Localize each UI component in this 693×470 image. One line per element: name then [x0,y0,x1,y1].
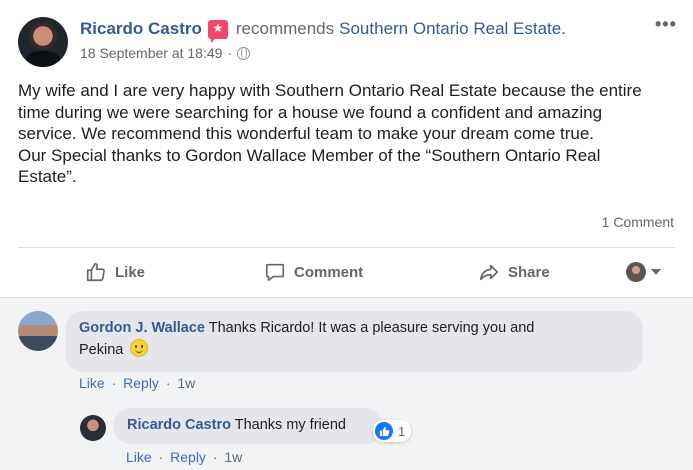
author-name-link[interactable]: Ricardo Castro [80,19,202,39]
reply-like-link[interactable]: Like [126,449,152,465]
share-button[interactable]: Share [478,250,550,294]
comment-text: Thanks Ricardo! It was a pleasure servin… [208,320,535,336]
more-options-icon[interactable]: ••• [655,14,677,35]
reply-time[interactable]: 1w [224,449,242,465]
comment-text: Pekina [79,342,124,358]
post-text-line: Estate”. [18,167,77,186]
reaction-count-value: 1 [398,423,406,439]
comment-reply-link[interactable]: Reply [123,375,159,391]
caret-down-icon [651,269,661,275]
reaction-count[interactable]: 1 [373,420,412,442]
reply-bubble: Ricardo Castro Thanks my friend [113,408,383,444]
reply-text: Thanks my friend [234,417,346,433]
comment-actions: Like · Reply · 1w [79,375,195,391]
separator: · [165,375,171,391]
post-text-line: Our Special thanks to Gordon Wallace Mem… [18,145,601,165]
post-text: My wife and I are very happy with Southe… [18,80,678,188]
separator: · [158,449,164,465]
page-name-link[interactable]: Southern Ontario Real Estate. [339,19,566,39]
comments-section: Gordon J. Wallace Thanks Ricardo! It was… [0,297,693,470]
divider [0,297,693,298]
recommends-verb: recommends [235,19,335,38]
post-text-line: time during we were searching for a hous… [18,102,603,122]
comment-like-link[interactable]: Like [79,375,105,391]
reply-avatar[interactable] [80,415,106,441]
comment-button[interactable]: Comment [264,250,363,294]
post-actions-bar: Like Comment Share [18,250,675,294]
comment-bubble: Gordon J. Wallace Thanks Ricardo! It was… [65,311,643,372]
post-meta: 18 September at 18:49 · [80,45,251,61]
thumbs-up-icon [86,262,105,282]
like-label: Like [115,263,146,281]
separator: · [212,449,218,465]
audience-selector[interactable] [626,262,661,282]
meta-separator: · [227,45,233,61]
commenter-avatar[interactable] [18,311,58,351]
comment-time[interactable]: 1w [177,375,195,391]
reply-actions: Like · Reply · 1w [126,449,242,465]
globe-icon[interactable] [237,46,251,60]
reply-reply-link[interactable]: Reply [170,449,206,465]
share-arrow-icon [479,264,499,281]
share-label: Share [508,263,550,281]
smile-emoji-icon [130,339,149,357]
post-text-line: My wife and I are very happy with Southe… [18,81,642,100]
like-button[interactable]: Like [85,250,145,294]
post-text-line: service. We recommend this wonderful tea… [18,124,595,143]
post-card: Ricardo Castro ★ recommends Southern Ont… [0,0,693,470]
post-header: Ricardo Castro ★ recommends Southern Ont… [80,19,566,43]
comment-bubble-icon [265,263,285,282]
divider [18,247,675,248]
viewer-avatar [626,262,646,282]
reply-author-link[interactable]: Ricardo Castro [127,417,231,433]
author-avatar[interactable] [18,17,68,67]
commenter-name-link[interactable]: Gordon J. Wallace [79,320,205,336]
comment-count-link[interactable]: 1 Comment [602,214,674,230]
separator: · [111,375,117,391]
recommend-star-icon: ★ [207,19,228,43]
post-timestamp[interactable]: 18 September at 18:49 [80,45,222,61]
comment-label: Comment [294,263,364,281]
like-reaction-icon [375,422,393,440]
